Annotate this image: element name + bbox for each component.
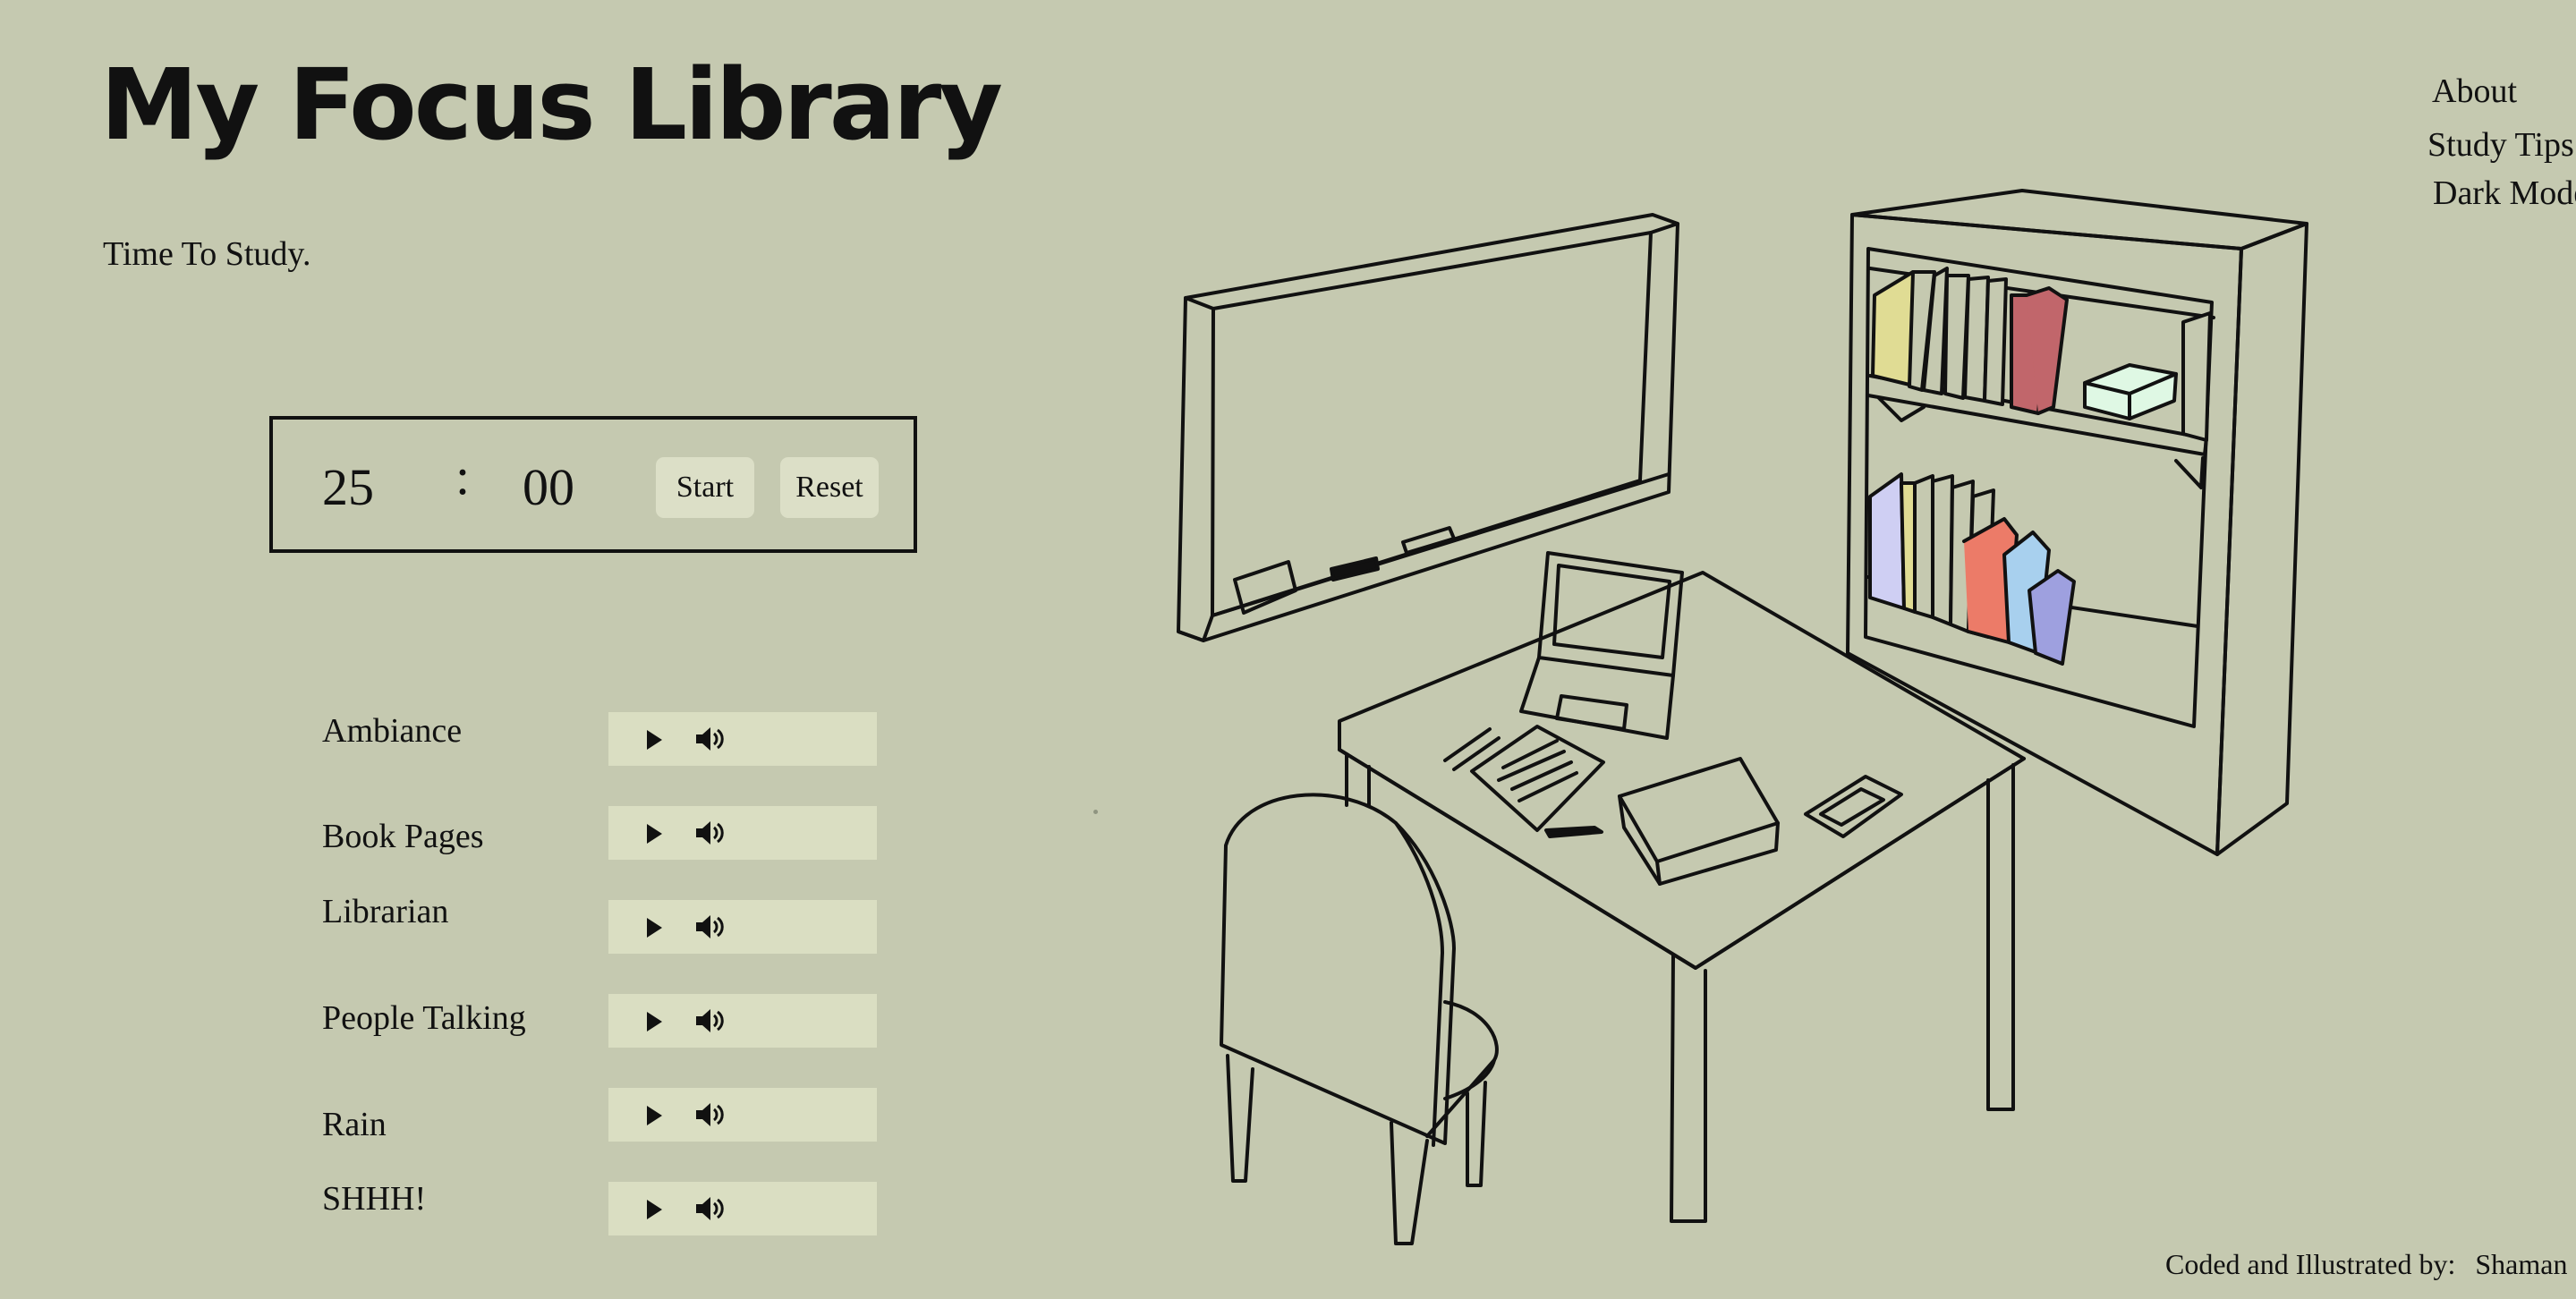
stray-dot <box>1093 810 1098 814</box>
play-icon[interactable] <box>647 730 662 750</box>
volume-icon[interactable] <box>694 1007 725 1034</box>
audio-player-ambiance[interactable] <box>608 712 877 766</box>
start-button[interactable]: Start <box>656 457 754 518</box>
credit-prefix: Coded and Illustrated by: <box>2165 1248 2456 1280</box>
sound-label-book-pages: Book Pages <box>322 818 484 855</box>
nav-study-tips-link[interactable]: Study Tips <box>2427 125 2574 165</box>
credit-footer: Coded and Illustrated by: Shaman <box>2165 1248 2567 1281</box>
audio-player-book-pages[interactable] <box>608 806 877 860</box>
bookcase <box>1846 189 2308 856</box>
library-room-illustration <box>1177 189 2308 1245</box>
volume-icon[interactable] <box>694 819 725 846</box>
page-subtitle: Time To Study. <box>103 235 311 273</box>
page-title: My Focus Library <box>100 47 1003 162</box>
volume-icon[interactable] <box>694 1101 725 1128</box>
sound-label-shhh: SHHH! <box>322 1180 427 1218</box>
volume-icon[interactable] <box>694 913 725 940</box>
dark-mode-toggle[interactable]: Dark Mode <box>2433 174 2576 213</box>
timer-seconds: 00 <box>523 458 574 516</box>
nav-about-link[interactable]: About <box>2432 72 2517 111</box>
credit-name[interactable]: Shaman <box>2475 1248 2567 1280</box>
whiteboard <box>1177 213 1679 642</box>
sound-label-people-talking: People Talking <box>322 999 526 1037</box>
chair <box>1220 793 1499 1245</box>
volume-icon[interactable] <box>694 1195 725 1222</box>
play-icon[interactable] <box>647 1012 662 1032</box>
volume-icon[interactable] <box>694 726 725 752</box>
play-icon[interactable] <box>647 824 662 844</box>
audio-player-rain[interactable] <box>608 1088 877 1142</box>
audio-player-people-talking[interactable] <box>608 994 877 1048</box>
audio-player-shhh[interactable] <box>608 1182 877 1235</box>
sound-label-ambiance: Ambiance <box>322 712 463 750</box>
sound-label-librarian: Librarian <box>322 893 449 930</box>
pomodoro-timer: 25 : 00 Start Reset <box>269 416 917 553</box>
audio-player-librarian[interactable] <box>608 900 877 954</box>
play-icon[interactable] <box>647 918 662 938</box>
sound-label-rain: Rain <box>322 1106 387 1143</box>
timer-separator: : <box>455 447 471 505</box>
play-icon[interactable] <box>647 1200 662 1219</box>
reset-button[interactable]: Reset <box>780 457 879 518</box>
timer-minutes: 25 <box>322 458 374 516</box>
play-icon[interactable] <box>647 1106 662 1125</box>
